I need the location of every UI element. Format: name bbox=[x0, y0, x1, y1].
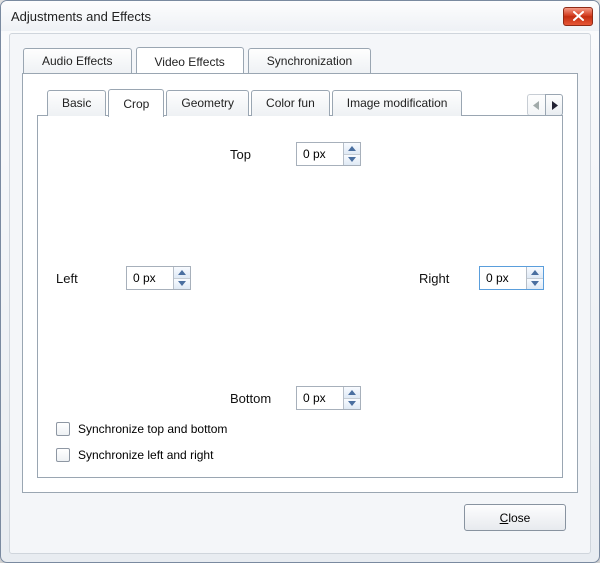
close-button-rest: lose bbox=[508, 511, 530, 525]
primary-tabs-wrap: Audio Effects Video Effects Synchronizat… bbox=[22, 46, 578, 541]
subtab-scroll-right-button[interactable] bbox=[545, 94, 563, 116]
crop-bottom-field: Bottom bbox=[230, 386, 361, 410]
spin-down-button[interactable] bbox=[527, 279, 543, 290]
spin-buttons bbox=[526, 267, 543, 289]
close-icon bbox=[573, 11, 584, 21]
crop-left-field: Left bbox=[56, 266, 191, 290]
crop-left-spinbox[interactable] bbox=[126, 266, 191, 290]
dialog-body: Audio Effects Video Effects Synchronizat… bbox=[9, 33, 591, 554]
spin-up-button[interactable] bbox=[344, 387, 360, 399]
crop-bottom-input[interactable] bbox=[297, 387, 343, 409]
chevron-up-icon bbox=[348, 390, 356, 395]
spin-buttons bbox=[343, 387, 360, 409]
tab-synchronization[interactable]: Synchronization bbox=[248, 48, 371, 74]
tab-audio-effects[interactable]: Audio Effects bbox=[23, 48, 132, 74]
subtab-geometry[interactable]: Geometry bbox=[166, 90, 249, 116]
window: Adjustments and Effects Audio Effects Vi… bbox=[0, 0, 600, 563]
sync-left-right-label: Synchronize left and right bbox=[78, 448, 213, 462]
crop-right-input[interactable] bbox=[480, 267, 526, 289]
subtab-scroll-buttons bbox=[527, 94, 563, 116]
crop-right-field: Right bbox=[419, 266, 544, 290]
close-button[interactable]: Close bbox=[464, 504, 566, 531]
chevron-up-icon bbox=[531, 270, 539, 275]
sync-left-right-checkbox[interactable] bbox=[56, 448, 70, 462]
spin-up-button[interactable] bbox=[174, 267, 190, 279]
chevron-down-icon bbox=[178, 281, 186, 286]
crop-top-field: Top bbox=[230, 142, 361, 166]
sync-top-bottom-label: Synchronize top and bottom bbox=[78, 422, 227, 436]
sync-top-bottom-row: Synchronize top and bottom bbox=[56, 422, 227, 436]
subtab-color-fun[interactable]: Color fun bbox=[251, 90, 330, 116]
chevron-right-icon bbox=[551, 101, 558, 110]
sync-top-bottom-checkbox[interactable] bbox=[56, 422, 70, 436]
crop-bottom-spinbox[interactable] bbox=[296, 386, 361, 410]
spin-buttons bbox=[173, 267, 190, 289]
subtab-crop[interactable]: Crop bbox=[108, 89, 164, 117]
crop-panel: Top Left bbox=[37, 115, 563, 478]
chevron-down-icon bbox=[348, 401, 356, 406]
window-close-button[interactable] bbox=[563, 7, 593, 26]
spin-down-button[interactable] bbox=[344, 155, 360, 166]
primary-tabs: Audio Effects Video Effects Synchronizat… bbox=[22, 46, 578, 74]
sync-left-right-row: Synchronize left and right bbox=[56, 448, 213, 462]
close-button-underline: C bbox=[500, 511, 509, 525]
crop-left-input[interactable] bbox=[127, 267, 173, 289]
video-effects-panel: Basic Crop Geometry Color fun Image modi… bbox=[22, 73, 578, 493]
chevron-left-icon bbox=[533, 101, 540, 110]
spin-up-button[interactable] bbox=[527, 267, 543, 279]
tab-video-effects[interactable]: Video Effects bbox=[136, 47, 244, 75]
subtab-image-modification[interactable]: Image modification bbox=[332, 90, 463, 116]
crop-left-label: Left bbox=[56, 271, 116, 286]
crop-right-label: Right bbox=[419, 271, 469, 286]
chevron-down-icon bbox=[531, 281, 539, 286]
window-title: Adjustments and Effects bbox=[11, 9, 563, 24]
crop-top-spinbox[interactable] bbox=[296, 142, 361, 166]
spin-buttons bbox=[343, 143, 360, 165]
crop-right-spinbox[interactable] bbox=[479, 266, 544, 290]
crop-bottom-label: Bottom bbox=[230, 391, 286, 406]
crop-top-label: Top bbox=[230, 147, 286, 162]
crop-controls: Top Left bbox=[56, 138, 544, 461]
subtab-scroll-left-button[interactable] bbox=[527, 94, 545, 116]
chevron-down-icon bbox=[348, 157, 356, 162]
spin-down-button[interactable] bbox=[344, 399, 360, 410]
sub-tabs: Basic Crop Geometry Color fun Image modi… bbox=[37, 88, 563, 116]
chevron-up-icon bbox=[178, 270, 186, 275]
spin-up-button[interactable] bbox=[344, 143, 360, 155]
subtab-basic[interactable]: Basic bbox=[47, 90, 106, 116]
spin-down-button[interactable] bbox=[174, 279, 190, 290]
chevron-up-icon bbox=[348, 146, 356, 151]
crop-top-input[interactable] bbox=[297, 143, 343, 165]
titlebar: Adjustments and Effects bbox=[1, 1, 599, 31]
